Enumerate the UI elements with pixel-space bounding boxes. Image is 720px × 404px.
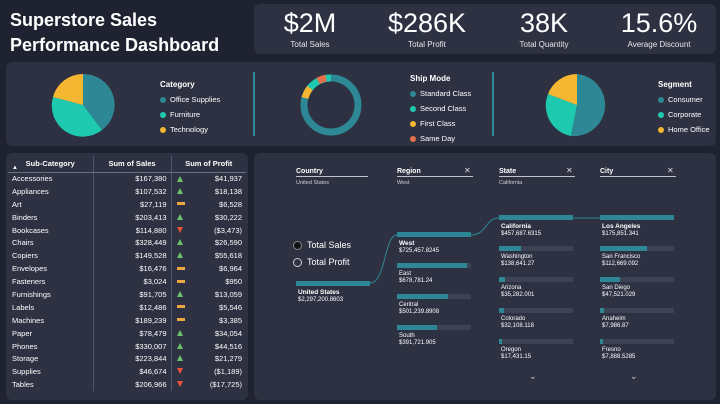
tree-node[interactable]: Anaheim $7,986.87 <box>602 316 629 330</box>
node-name: San Francisco <box>602 254 641 260</box>
tree-node[interactable]: San Diego $47,521.029 <box>602 285 635 299</box>
tree-node-bar-track <box>499 308 573 313</box>
tree-node-bar[interactable] <box>397 232 471 237</box>
node-name: South <box>399 333 415 339</box>
tree-node-bar[interactable] <box>499 215 573 220</box>
tree-node[interactable]: Washington $138,641.27 <box>501 254 534 268</box>
tree-node[interactable]: Colorado $32,108.118 <box>501 316 534 330</box>
tree-node[interactable]: South $391,721.905 <box>399 333 436 347</box>
node-value: $138,641.27 <box>501 261 535 267</box>
node-value: $501,239.8908 <box>399 309 440 315</box>
tree-node[interactable]: East $678,781.24 <box>399 271 432 285</box>
tree-node-bar[interactable] <box>600 308 604 313</box>
node-name: Fresno <box>602 347 621 353</box>
tree-node[interactable]: Central $501,239.8908 <box>399 302 439 316</box>
tree-node[interactable]: California $457,687.6315 <box>501 223 541 238</box>
node-value: $725,457.8245 <box>399 248 440 254</box>
tree-node-bar[interactable] <box>397 325 437 330</box>
node-value: $35,282.001 <box>501 292 535 298</box>
tree-node-bar[interactable] <box>499 339 502 344</box>
node-value: $17,431.15 <box>501 354 532 360</box>
node-name: San Diego <box>602 285 631 291</box>
chevron-down-icon[interactable]: ⌄ <box>529 371 537 382</box>
node-name: United States <box>298 289 340 296</box>
tree-node-bar[interactable] <box>499 246 522 251</box>
node-value: $175,851.341 <box>602 231 639 237</box>
node-value: $2,297,200.8603 <box>298 297 344 303</box>
node-name: Anaheim <box>602 316 626 322</box>
tree-node-bar[interactable] <box>600 246 648 251</box>
node-value: $678,781.24 <box>399 278 433 284</box>
tree-node[interactable]: West $725,457.8245 <box>399 240 439 255</box>
node-name: Arizona <box>501 285 522 291</box>
tree-node-bar[interactable] <box>499 277 505 282</box>
tree-node-bar[interactable] <box>600 215 674 220</box>
tree-node-bar-track <box>499 277 573 282</box>
tree-node-bar[interactable] <box>600 339 603 344</box>
chevron-down-icon[interactable]: ⌄ <box>630 371 638 382</box>
node-name: East <box>399 271 412 277</box>
tree-node-bar[interactable] <box>600 277 620 282</box>
tree-node[interactable]: Los Angeles $175,851.341 <box>602 223 640 238</box>
node-name: Colorado <box>501 316 526 322</box>
node-name: California <box>501 223 531 230</box>
node-value: $32,108.118 <box>501 323 534 329</box>
node-value: $7,986.87 <box>602 323 629 329</box>
tree-node-bar[interactable] <box>397 294 449 299</box>
tree-node-bar-root[interactable] <box>296 281 370 286</box>
tree-node-bar[interactable] <box>499 308 505 313</box>
node-value: $457,687.6315 <box>501 231 542 237</box>
node-name: Central <box>399 302 419 308</box>
tree-node-bar-track <box>499 339 573 344</box>
node-name: West <box>399 240 415 247</box>
tree-node-bar-track <box>600 339 674 344</box>
tree-node[interactable]: Oregon $17,431.15 <box>501 347 531 361</box>
node-name: Oregon <box>501 347 522 353</box>
tree-node-bar[interactable] <box>397 263 467 268</box>
node-value: $7,888.5285 <box>602 354 636 360</box>
node-value: $112,669.092 <box>602 261 639 267</box>
tree-node-root[interactable]: United States $2,297,200.8603 <box>298 289 343 304</box>
tree-node[interactable]: Fresno $7,888.5285 <box>602 347 635 361</box>
tree-node-bar-track <box>600 308 674 313</box>
node-name: Washington <box>501 254 533 260</box>
node-value: $47,521.029 <box>602 292 636 298</box>
tree-node[interactable]: San Francisco $112,669.092 <box>602 254 640 268</box>
node-value: $391,721.905 <box>399 340 436 346</box>
node-name: Los Angeles <box>602 223 641 230</box>
tree-node[interactable]: Arizona $35,282.001 <box>501 285 534 299</box>
